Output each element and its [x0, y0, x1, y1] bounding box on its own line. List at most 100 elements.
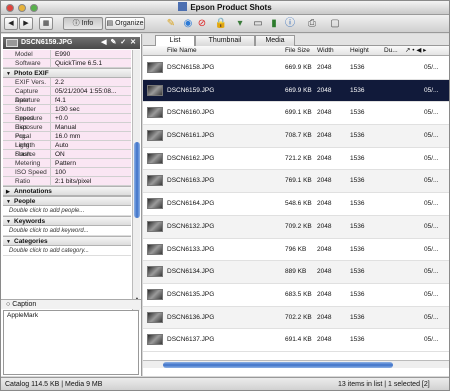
column-file-name[interactable]: File Name — [167, 46, 197, 56]
table-row-selected[interactable]: DSCN6159.JPG 669.9 KB 2048 1536 05/... — [143, 79, 449, 103]
close-window-button[interactable] — [6, 4, 14, 12]
file-thumbnail — [147, 107, 163, 119]
section-categories[interactable]: ▼ Categories — [3, 236, 131, 246]
status-left: Catalog 114.5 KB | Media 9 MB — [5, 381, 103, 388]
column-width[interactable]: Width — [317, 46, 334, 56]
section-annotations[interactable]: ▶ Annotations — [3, 186, 131, 196]
view-tabs: List Thumbnail Media — [143, 34, 449, 46]
lock-icon[interactable]: 🔒 — [214, 17, 228, 30]
section-photo-exif[interactable]: ▼ Photo EXIF — [3, 68, 131, 78]
catalog-icon — [178, 2, 188, 11]
file-thumbnail — [147, 198, 163, 210]
field-row[interactable]: Model E990 — [3, 50, 131, 59]
field-row[interactable]: EXIF Vers. 2.2 — [3, 78, 131, 87]
find-icon[interactable]: ◉ — [181, 17, 195, 30]
scrollbar-thumb[interactable] — [163, 362, 393, 368]
print-icon[interactable]: ⎙ — [305, 17, 319, 30]
file-thumbnail — [147, 175, 163, 187]
inspector-filename: DSCN6159.JPG — [21, 39, 73, 46]
status-bar: Catalog 114.5 KB | Media 9 MB 13 items i… — [1, 377, 449, 390]
file-thumbnail — [147, 288, 163, 300]
field-row[interactable]: Flash ON — [3, 150, 131, 159]
table-row[interactable]: DSCN6162.JPG 721.2 KB 2048 1536 05/... — [143, 148, 449, 171]
back-button[interactable]: ◀ — [4, 17, 18, 30]
column-headers: File Name File Size Width Height Du... ↗… — [143, 46, 449, 56]
section-keywords[interactable]: ▼ Keywords — [3, 216, 131, 226]
field-row[interactable]: Exposure Bias +0.0 — [3, 114, 131, 131]
field-row[interactable]: Metering Pattern — [3, 159, 131, 168]
stop-icon[interactable]: ⊘ — [195, 17, 209, 30]
inspector-fields: Model E990 Software QuickTime 6.5.1 ▼ Photo… — [3, 50, 131, 311]
caption-field[interactable]: AppleMark — [3, 310, 139, 375]
chart-icon[interactable]: ▮ — [267, 17, 281, 30]
grid-view-button[interactable]: ▦ — [39, 17, 53, 30]
organize-button[interactable]: ▤ Organize — [105, 17, 145, 30]
tab-thumbnail[interactable]: Thumbnail — [195, 35, 255, 46]
caption-label: Caption — [12, 301, 37, 308]
file-thumbnail — [147, 220, 163, 232]
organize-label: Organize — [115, 20, 144, 27]
minimize-window-button[interactable] — [18, 4, 26, 12]
table-row[interactable]: DSCN6161.JPG 708.7 KB 2048 1536 05/... — [143, 125, 449, 148]
field-row[interactable]: Exposure Prg. Manual — [3, 123, 131, 140]
column-file-size[interactable]: File Size — [285, 46, 310, 56]
file-list-panel: List Thumbnail Media File Name File Size… — [143, 34, 449, 376]
title-bar: Epson Product Shots — [1, 1, 449, 15]
disclosure-right-icon: ▶ — [6, 189, 10, 195]
table-row[interactable]: DSCN6137.JPG 691.4 KB 2048 1536 05/... — [143, 329, 449, 352]
caption-value: AppleMark — [7, 312, 39, 319]
table-row[interactable]: DSCN6163.JPG 769.1 KB 2048 1536 05/... — [143, 170, 449, 194]
file-thumbnail-icon — [6, 39, 18, 47]
section-people[interactable]: ▼ People — [3, 196, 131, 206]
info-circle-icon[interactable]: ⓘ — [283, 17, 297, 30]
header-action-icons[interactable]: ◀ ✎ ✓ ✕ — [101, 37, 137, 49]
field-row[interactable]: Ratio 2:1 bits/pixel — [3, 177, 131, 186]
document-icon[interactable]: ▭ — [251, 17, 265, 30]
toolbar: ◀ ▶ ▦ ⓘ Info ▤ Organize ✎ ◉ ⊘ 🔒 ▾ ▭ ▮ ⓘ … — [1, 15, 449, 33]
table-row[interactable]: DSCN6136.JPG 702.2 KB 2048 1536 05/... — [143, 306, 449, 330]
file-thumbnail — [147, 311, 163, 323]
field-row[interactable]: Shutter Speed 1/30 sec — [3, 105, 131, 122]
column-height[interactable]: Height — [350, 46, 369, 56]
field-row[interactable]: Light Source Auto — [3, 141, 131, 158]
window-icon[interactable]: ▢ — [328, 17, 342, 30]
file-thumbnail — [147, 130, 163, 142]
file-thumbnail — [147, 84, 163, 96]
tab-media[interactable]: Media — [255, 35, 295, 46]
field-row[interactable]: Software QuickTime 6.5.1 — [3, 59, 131, 68]
caption-header: ○ Caption — [1, 299, 141, 309]
keywords-hint[interactable]: Double click to add keyword... — [3, 226, 131, 236]
field-row[interactable]: Aperture f4.1 — [3, 96, 131, 105]
app-window: Epson Product Shots ◀ ▶ ▦ ⓘ Info ▤ Organ… — [0, 0, 450, 391]
import-icon[interactable]: ▾ — [233, 17, 247, 30]
field-row[interactable]: ISO Speed 100 — [3, 168, 131, 177]
list-horizontal-scrollbar[interactable] — [143, 360, 449, 368]
inspector-header: DSCN6159.JPG ◀ ✎ ✓ ✕ — [3, 37, 140, 49]
table-row[interactable]: DSCN6133.JPG 796 KB 2048 1536 05/... — [143, 239, 449, 262]
scrollbar-thumb[interactable] — [134, 142, 140, 218]
file-list: DSCN6158.JPG 669.9 KB 2048 1536 05/... DSCN6… — [143, 57, 449, 358]
categories-hint[interactable]: Double click to add category... — [3, 246, 131, 256]
field-row[interactable]: Capture Date 05/21/2004 1:55:08... — [3, 87, 131, 104]
window-title: Epson Product Shots — [190, 3, 272, 12]
table-row[interactable]: DSCN6132.JPG 709.2 KB 2048 1536 05/... — [143, 215, 449, 239]
edit-icon[interactable]: ✎ — [164, 17, 178, 30]
inspector-panel: DSCN6159.JPG ◀ ✎ ✓ ✕ Model E990 Software Q… — [1, 34, 142, 376]
table-row[interactable]: DSCN6134.JPG 889 KB 2048 1536 05/... — [143, 261, 449, 284]
column-duration[interactable]: Du... — [384, 46, 398, 56]
table-row[interactable]: DSCN6164.JPG 548.6 KB 2048 1536 05/... — [143, 193, 449, 216]
column-tools-icons[interactable]: ↗ • ◀ ▸ — [405, 46, 426, 56]
people-hint[interactable]: Double click to add people... — [3, 206, 131, 216]
table-row[interactable]: DSCN6135.JPG 683.5 KB 2048 1536 05/... — [143, 284, 449, 307]
zoom-window-button[interactable] — [30, 4, 38, 12]
table-row[interactable]: DSCN6160.JPG 699.1 KB 2048 1536 05/... — [143, 102, 449, 126]
window-controls — [6, 4, 38, 12]
forward-button[interactable]: ▶ — [19, 17, 33, 30]
inspector-scrollbar[interactable]: ▲ ▼ — [132, 50, 140, 311]
field-row[interactable]: Focal Length 16.0 mm — [3, 132, 131, 149]
caption-toggle-icon[interactable]: ○ — [6, 301, 10, 308]
info-button[interactable]: ⓘ Info — [63, 17, 103, 30]
file-thumbnail — [147, 62, 163, 73]
tab-list[interactable]: List — [155, 35, 195, 46]
table-row[interactable]: DSCN6158.JPG 669.9 KB 2048 1536 05/... — [143, 57, 449, 80]
